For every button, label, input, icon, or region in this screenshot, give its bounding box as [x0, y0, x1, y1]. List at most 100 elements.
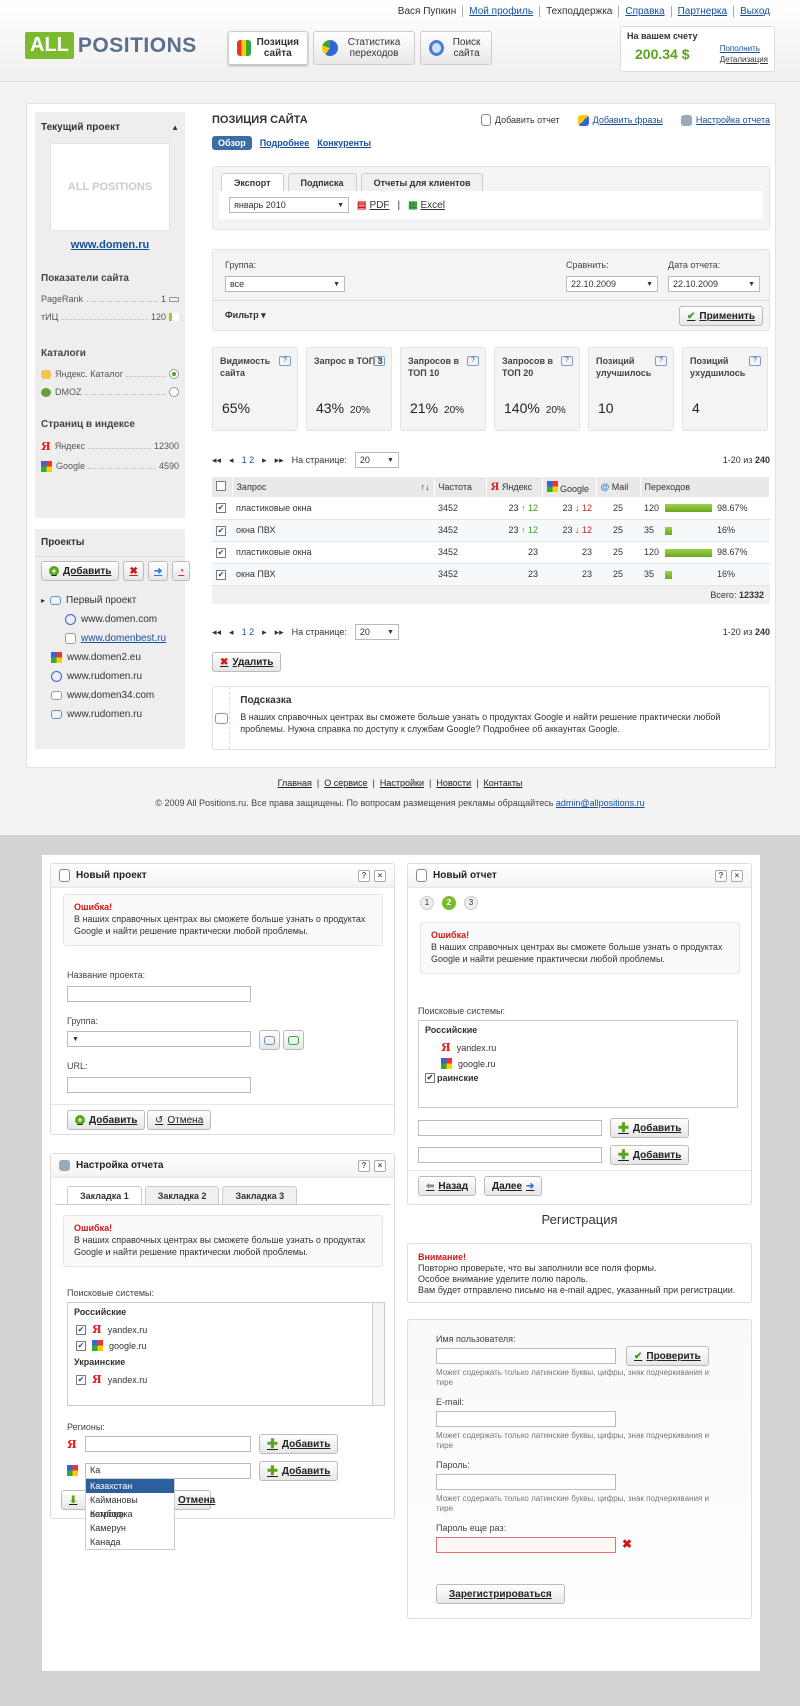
footer-link-news[interactable]: Новости	[431, 778, 476, 788]
engine-row[interactable]: google.ru	[419, 1056, 737, 1071]
tree-item[interactable]: www.domen34.com	[41, 686, 185, 705]
select-all-checkbox[interactable]	[216, 481, 226, 491]
table-row[interactable]: ✔ окна ПВХ 3452 23 ↑ 12 23 ↓ 12 25 35 16%	[212, 519, 770, 542]
add-project-button[interactable]: + Добавить	[41, 561, 120, 581]
next-page-icon[interactable]: ▸	[262, 627, 267, 638]
add-region-google-button[interactable]: ✚ Добавить	[259, 1461, 339, 1481]
prev-page-icon[interactable]: ◂	[229, 627, 234, 638]
password-repeat-input[interactable]	[436, 1537, 616, 1553]
dropdown-option[interactable]: Канада	[86, 1535, 174, 1549]
tab-overview[interactable]: Обзор	[212, 136, 252, 150]
dropdown-option[interactable]: Камбоджа	[86, 1507, 174, 1521]
close-icon[interactable]: ×	[731, 869, 743, 882]
col-query[interactable]: Запрос ↑↓	[232, 477, 435, 497]
email-input[interactable]	[436, 1411, 616, 1427]
per-page-select[interactable]: 20	[354, 452, 399, 468]
footer-link-about[interactable]: О сервисе	[319, 778, 372, 788]
footer-link-home[interactable]: Главная	[273, 778, 317, 788]
delete-button[interactable]: ✖ Удалить	[212, 652, 282, 672]
help-icon[interactable]: ?	[358, 869, 370, 882]
engine-input-1[interactable]	[418, 1120, 602, 1136]
table-row[interactable]: ✔ пластиковые окна 3452 23 23 25 120 98.67%	[212, 541, 770, 564]
tree-item-label[interactable]: www.domenbest.ru	[81, 629, 166, 648]
month-select[interactable]: январь 2010	[229, 197, 349, 213]
help-icon[interactable]: ?	[561, 356, 573, 366]
edit-group-button[interactable]	[283, 1030, 304, 1050]
tree-item[interactable]: www.domenbest.ru	[41, 629, 185, 648]
help-link[interactable]: Справка	[618, 6, 670, 17]
back-button[interactable]: ⬅ Назад	[418, 1176, 477, 1196]
page-numbers[interactable]: 1 2	[242, 627, 255, 637]
logo[interactable]: ALL POSITIONS	[25, 32, 197, 59]
profile-link[interactable]: Мой профиль	[462, 6, 539, 17]
settings-project-button[interactable]: ◔	[172, 561, 191, 581]
step-2[interactable]: 2	[442, 896, 456, 910]
project-domain-link[interactable]: www.domen.ru	[71, 239, 149, 251]
help-icon[interactable]: ?	[655, 356, 667, 366]
logout-link[interactable]: Выход	[733, 6, 776, 17]
tab-export[interactable]: Экспорт	[221, 173, 284, 191]
tree-item[interactable]: www.domen2.eu	[41, 648, 185, 667]
next-button[interactable]: Далее ➜	[484, 1176, 543, 1196]
add-group-button[interactable]	[259, 1030, 280, 1050]
first-page-icon[interactable]: ◂◂	[212, 627, 221, 638]
tab-competitors[interactable]: Конкуренты	[317, 136, 371, 150]
help-icon[interactable]: ?	[358, 1159, 370, 1172]
col-visits[interactable]: Переходов	[640, 477, 770, 497]
close-icon[interactable]: ×	[374, 869, 386, 882]
col-yandex[interactable]: Я Яндекс	[486, 477, 543, 497]
group-select[interactable]: все	[225, 276, 345, 292]
footer-link-contacts[interactable]: Контакты	[479, 778, 528, 788]
delete-project-button[interactable]: ✖	[123, 561, 144, 581]
tab-2[interactable]: Закладка 2	[144, 1186, 220, 1204]
col-google[interactable]: Google	[542, 477, 597, 497]
tab-1[interactable]: Закладка 1	[67, 1186, 142, 1204]
tree-item[interactable]: www.domen.com	[41, 610, 185, 629]
engine-group-row[interactable]: ✔ раинские	[419, 1071, 737, 1085]
add-button[interactable]: + Добавить	[67, 1110, 146, 1130]
scrollbar[interactable]	[372, 1303, 384, 1405]
row-checkbox[interactable]: ✔	[216, 503, 226, 514]
dropdown-option[interactable]: Казахстан	[86, 1479, 174, 1493]
refill-link[interactable]: Пополнить	[720, 43, 768, 54]
engine-row[interactable]: ✔ google.ru	[68, 1338, 384, 1353]
nav-site-search[interactable]: Поиск сайта	[420, 31, 492, 65]
table-row[interactable]: ✔ окна ПВХ 3452 23 23 25 35 16%	[212, 563, 770, 586]
help-icon[interactable]: ?	[467, 356, 479, 366]
help-icon[interactable]: ?	[749, 356, 761, 366]
dropdown-option[interactable]: Каймановы острова	[86, 1493, 174, 1519]
add-region-yandex-button[interactable]: ✚ Добавить	[259, 1434, 339, 1454]
project-name-input[interactable]	[67, 986, 251, 1002]
filter-toggle[interactable]: Фильтр ▾	[225, 310, 266, 321]
region-yandex-input[interactable]	[85, 1436, 251, 1452]
report-date-select[interactable]: 22.10.2009	[668, 276, 760, 292]
engine-row[interactable]: Яyandex.ru	[419, 1039, 737, 1056]
engine-input-2[interactable]	[418, 1147, 602, 1163]
compare-date-select[interactable]: 22.10.2009	[566, 276, 658, 292]
nav-traffic-stats[interactable]: Статистика переходов	[313, 31, 415, 65]
tab-3[interactable]: Закладка 3	[222, 1186, 298, 1204]
cancel-button[interactable]: Отмена	[171, 1490, 222, 1510]
engine-row[interactable]: ✔ Яyandex.ru	[68, 1371, 384, 1388]
per-page-select[interactable]: 20	[354, 624, 399, 640]
help-icon[interactable]: ?	[715, 869, 727, 882]
engine-checkbox[interactable]: ✔	[76, 1374, 86, 1385]
details-link[interactable]: Детализация	[720, 54, 768, 65]
last-page-icon[interactable]: ▸▸	[275, 455, 284, 466]
collapse-icon[interactable]: ▲	[171, 123, 179, 132]
tree-item[interactable]: www.rudomen.ru	[41, 705, 185, 724]
register-button[interactable]: Зарегистрироваться	[436, 1584, 565, 1604]
add-engine-button-1[interactable]: ✚ Добавить	[610, 1118, 690, 1138]
prev-page-icon[interactable]: ◂	[229, 455, 234, 466]
next-page-icon[interactable]: ▸	[262, 455, 267, 466]
engine-checkbox[interactable]: ✔	[76, 1324, 86, 1335]
partner-link[interactable]: Партнерка	[670, 6, 733, 17]
tab-subscription[interactable]: Подписка	[287, 173, 357, 191]
catalog-yandex-radio[interactable]	[169, 369, 179, 379]
engine-checkbox[interactable]: ✔	[425, 1073, 435, 1083]
apply-button[interactable]: ✔ Применить	[679, 306, 764, 326]
row-checkbox[interactable]: ✔	[216, 547, 226, 558]
row-checkbox[interactable]: ✔	[216, 569, 226, 580]
cancel-button[interactable]: ↺ Отмена	[147, 1110, 212, 1130]
first-page-icon[interactable]: ◂◂	[212, 455, 221, 466]
